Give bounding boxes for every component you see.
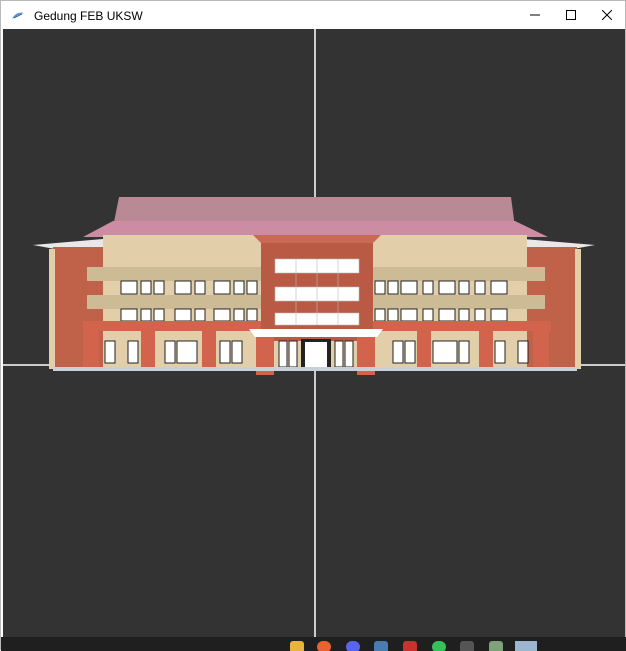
building — [33, 197, 595, 375]
maximize-icon — [566, 7, 576, 25]
band-upper-right — [371, 267, 545, 281]
minimize-icon — [530, 7, 540, 25]
band-upper-left — [87, 267, 262, 281]
band-lower-right — [371, 295, 545, 309]
opengl-viewport[interactable] — [3, 29, 625, 637]
minimize-button[interactable] — [517, 1, 553, 31]
close-icon — [601, 7, 613, 25]
ground-strip — [53, 367, 577, 371]
central-tower-cap — [253, 235, 381, 243]
main-roof-lower — [83, 221, 548, 237]
title-bar[interactable]: Gedung FEB UKSW — [1, 1, 625, 31]
main-door-glass — [305, 342, 327, 368]
window-title: Gedung FEB UKSW — [34, 9, 143, 23]
right-wing-edge — [575, 249, 581, 369]
left-wing-edge — [49, 249, 55, 369]
building-scene — [3, 29, 625, 637]
taskbar — [1, 637, 626, 651]
band-lower-left — [87, 295, 262, 309]
close-button[interactable] — [589, 1, 625, 31]
maximize-button[interactable] — [553, 1, 589, 31]
app-window: Gedung FEB UKSW — [0, 0, 626, 651]
app-feather-icon — [10, 8, 26, 24]
entrance-canopy — [249, 329, 383, 337]
caption-buttons — [517, 1, 625, 31]
